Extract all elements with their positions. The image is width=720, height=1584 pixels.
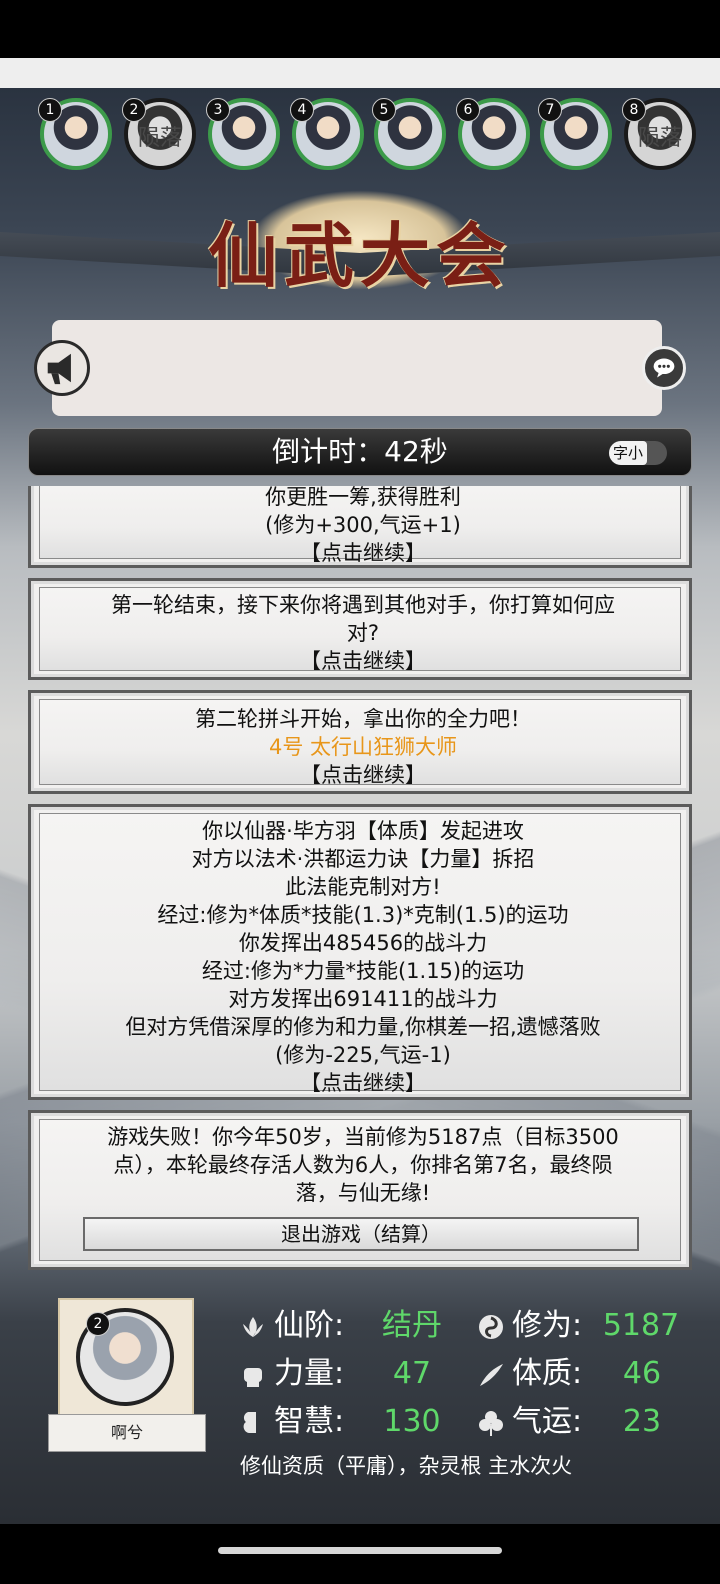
log-line: 你更胜一筹,获得胜利 [265,486,461,509]
player-number: 2 [122,98,146,122]
player-number: 3 [206,98,230,122]
log-line: 游戏失败！你今年50岁，当前修为5187点（目标3500 [107,1125,619,1149]
log-line: 第一轮结束，接下来你将遇到其他对手，你打算如何应 [111,593,615,617]
stat-label: 修为: [512,1308,583,1343]
fist-icon [244,1367,262,1387]
player-number: 1 [38,98,62,122]
continue-link[interactable]: 【点击继续】 [31,647,692,675]
stat-cultivation-value: 5187 [602,1308,680,1343]
continue-link[interactable]: 【点击继续】 [31,539,692,567]
navigation-bar [0,1524,720,1584]
log-line: 经过:修为*体质*技能(1.3)*克制(1.5)的运功 [157,903,569,927]
log-line: 点），本轮最终存活人数为6人，你排名第7名，最终陨 [113,1153,613,1177]
player-avatar-6[interactable]: 6 [456,98,530,170]
wing-icon [480,1363,503,1386]
card-text: 你更胜一筹,获得胜利 (修为+300,气运+1) 【点击继续】 [31,486,692,567]
broadcast-chat-box[interactable] [52,320,662,416]
player-avatar-2[interactable]: 2 陨落 [122,98,196,170]
log-card-round-two[interactable]: 第二轮拼斗开始，拿出你的全力吧！ 4号 太行山狂狮大师 【点击继续】 [28,690,692,794]
font-size-toggle-label: 字小 [609,441,647,465]
log-card-game-over: 游戏失败！你今年50岁，当前修为5187点（目标3500 点），本轮最终存活人数… [28,1110,692,1270]
status-bar [0,0,720,58]
player-number: 8 [622,98,646,122]
home-indicator[interactable] [218,1547,502,1554]
countdown-text: 倒计时：42秒 [272,435,448,468]
card-text: 游戏失败！你今年50岁，当前修为5187点（目标3500 点），本轮最终存活人数… [31,1123,692,1207]
horn-icon[interactable] [34,340,90,396]
stat-label: 气运: [512,1404,583,1439]
card-text: 你以仙器·毕方羽【体质】发起进攻 对方以法术·洪都运力诀【力量】拆招 此法能克制… [31,817,692,1097]
log-line: (修为+300,气运+1) [265,513,461,537]
stat-constitution-value: 46 [622,1356,662,1391]
stat-realm: 仙阶: [238,1304,344,1348]
player-profile: 2 啊兮 仙阶: 结丹 修为: 5187 力量: 47 体质: 46 智慧: 1… [0,1286,720,1516]
player-number: 5 [372,98,396,122]
log-card-battle-detail[interactable]: 你以仙器·毕方羽【体质】发起进攻 对方以法术·洪都运力诀【力量】拆招 此法能克制… [28,804,692,1100]
stat-label: 仙阶: [274,1308,345,1343]
player-avatar-7[interactable]: 7 [538,98,612,170]
continue-link[interactable]: 【点击继续】 [31,761,692,789]
cultivation-aptitude: 修仙资质（平庸），杂灵根 主水次火 [240,1454,573,1478]
log-line: (修为-225,气运-1) [275,1043,451,1067]
log-line: 第二轮拼斗开始，拿出你的全力吧！ [195,707,531,731]
card-text: 第二轮拼斗开始，拿出你的全力吧！ 4号 太行山狂狮大师 【点击继续】 [31,705,692,789]
player-avatar-3[interactable]: 3 [206,98,280,170]
player-avatar-5[interactable]: 5 [372,98,446,170]
player-avatar-1[interactable]: 1 [38,98,112,170]
tournament-title: 仙武大会 [208,214,512,297]
player-number: 6 [456,98,480,122]
log-line: 经过:修为*力量*技能(1.15)的运功 [201,959,525,983]
stat-label: 智慧: [274,1404,345,1439]
stat-label: 力量: [274,1356,345,1391]
log-line: 对? [346,621,380,645]
stat-strength: 力量: [238,1352,344,1396]
continue-link[interactable]: 【点击继续】 [31,1069,692,1097]
lotus-icon [243,1316,263,1337]
top-strip [0,58,720,88]
log-line: 落，与仙无缘! [295,1181,431,1205]
stat-wisdom: 智慧: [238,1400,344,1444]
stat-constitution: 体质: [476,1352,582,1396]
stat-label: 体质: [512,1356,583,1391]
player-avatar-4[interactable]: 4 [290,98,364,170]
player-number: 4 [290,98,314,122]
player-avatar-row: 1 2 陨落 3 4 5 6 7 8 陨落 [0,98,720,178]
countdown-bar: 倒计时：42秒 字小 [28,428,692,476]
swirl-icon [479,1314,503,1339]
stat-wisdom-value: 130 [383,1404,441,1439]
log-card-round-end[interactable]: 第一轮结束，接下来你将遇到其他对手，你打算如何应 对? 【点击继续】 [28,578,692,680]
clover-icon [479,1410,503,1436]
font-size-toggle[interactable]: 字小 [609,441,667,465]
log-line: 此法能克制对方! [285,875,441,899]
card-text: 第一轮结束，接下来你将遇到其他对手，你打算如何应 对? 【点击继续】 [31,591,692,675]
log-line: 对方发挥出691411的战斗力 [228,987,498,1011]
player-avatar-8[interactable]: 8 陨落 [622,98,696,170]
player-number: 7 [538,98,562,122]
log-line: 你发挥出485456的战斗力 [238,931,488,955]
log-card-victory[interactable]: 你更胜一筹,获得胜利 (修为+300,气运+1) 【点击继续】 [28,486,692,568]
battle-log[interactable]: 你更胜一筹,获得胜利 (修为+300,气运+1) 【点击继续】 第一轮结束，接下… [28,486,692,1272]
chat-bubble-icon[interactable] [642,346,686,390]
fallen-label: 陨落 [637,126,682,151]
log-line: 你以仙器·毕方羽【体质】发起进攻 [202,819,524,843]
fallen-label: 陨落 [137,126,182,151]
stat-strength-value: 47 [392,1356,432,1391]
player-number-badge: 2 [86,1312,110,1336]
stat-luck: 气运: [476,1400,582,1444]
brain-icon [243,1411,256,1433]
stat-realm-value: 结丹 [382,1308,442,1343]
stat-luck-value: 23 [622,1404,662,1439]
log-line: 对方以法术·洪都运力诀【力量】拆招 [191,847,535,871]
exit-game-button[interactable]: 退出游戏（结算） [83,1217,639,1251]
log-line: 但对方凭借深厚的修为和力量,你棋差一招,遗憾落败 [125,1015,601,1039]
opponent-name: 4号 太行山狂狮大师 [268,735,458,759]
stat-cultivation: 修为: [476,1304,582,1348]
player-name: 啊兮 [48,1414,206,1452]
tournament-banner: 仙武大会 [0,190,720,300]
